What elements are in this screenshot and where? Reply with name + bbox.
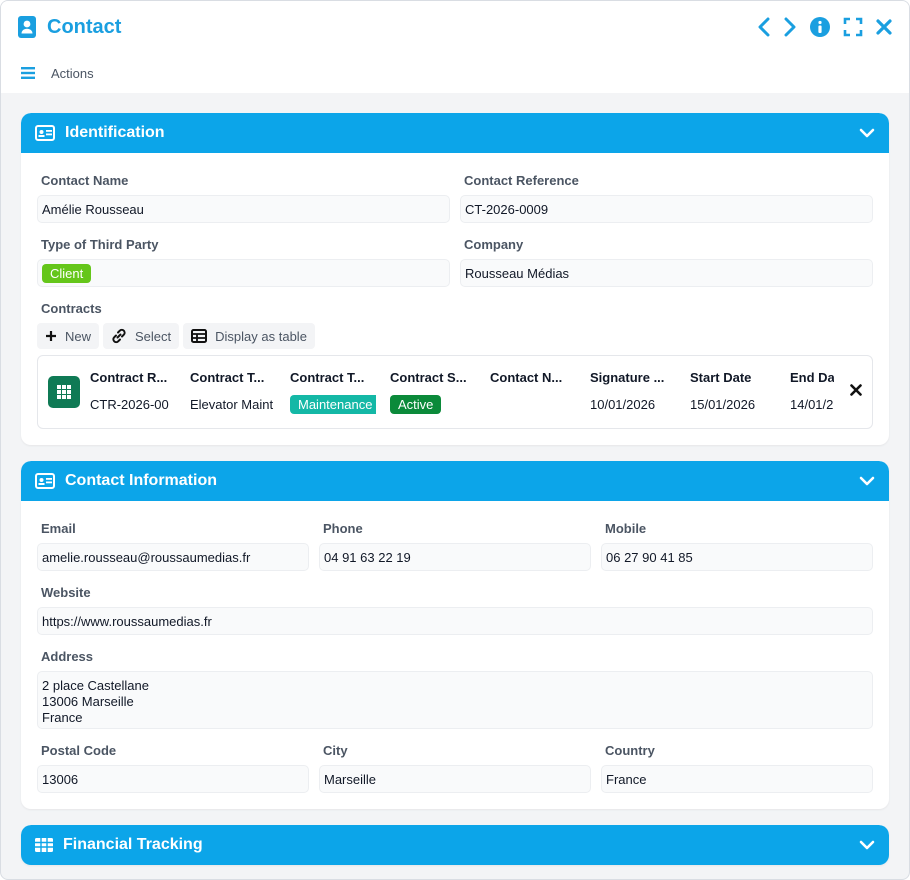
display-as-table-label: Display as table [215, 328, 307, 344]
email-label: Email [41, 521, 76, 536]
contact-information-title: Contact Information [65, 472, 217, 489]
table-row[interactable]: Contract R... CTR-2026-00 Contract T... … [90, 370, 834, 415]
contract-status-cell: Active [390, 395, 476, 415]
plus-icon [46, 331, 56, 341]
table-icon [191, 329, 208, 343]
actions-menu[interactable]: Actions [51, 66, 94, 81]
column-header[interactable]: Signature ... [590, 370, 676, 385]
phone-field[interactable]: 04 91 63 22 19 [319, 543, 591, 571]
column-header[interactable]: Start Date [690, 370, 776, 385]
postal-code-field[interactable]: 13006 [37, 765, 309, 793]
identification-panel: Identification Contact Name Amélie Rouss… [21, 113, 889, 445]
remove-contract-icon[interactable] [850, 384, 862, 396]
chevron-left-icon[interactable] [757, 17, 771, 37]
start-date-cell: 15/01/2026 [690, 397, 756, 412]
postal-code-label: Postal Code [41, 743, 117, 758]
hamburger-menu-icon[interactable] [21, 67, 35, 79]
financial-tracking-header[interactable]: Financial Tracking [21, 825, 889, 865]
column-header[interactable]: Contract S... [390, 370, 476, 385]
third-party-label: Type of Third Party [41, 237, 159, 252]
contact-information-header[interactable]: Contact Information [21, 461, 889, 501]
id-card-icon [35, 473, 55, 489]
contact-window: Contact Actions Identification Contact N… [0, 0, 910, 880]
column-header[interactable]: Contract R... [90, 370, 176, 385]
mobile-field[interactable]: 06 27 90 41 85 [601, 543, 873, 571]
info-icon[interactable] [809, 16, 831, 38]
email-field[interactable]: amelie.rousseau@roussaumedias.fr [37, 543, 309, 571]
active-badge: Active [390, 395, 442, 414]
country-field[interactable]: France [601, 765, 873, 793]
signature-date-cell: 10/01/2026 [590, 397, 656, 412]
city-label: City [323, 743, 348, 758]
contact-reference-field[interactable]: CT-2026-0009 [460, 195, 873, 223]
financial-tracking-title: Financial Tracking [63, 836, 203, 853]
chevron-right-icon[interactable] [783, 17, 797, 37]
address-line: 13006 Marseille [42, 694, 134, 709]
contract-grid-icon[interactable] [48, 376, 80, 408]
column-header[interactable]: End Da [790, 370, 834, 385]
client-badge: Client [42, 263, 92, 283]
mobile-label: Mobile [605, 521, 647, 536]
identification-header[interactable]: Identification [21, 113, 889, 153]
chevron-down-icon[interactable] [859, 840, 875, 850]
website-field[interactable]: https://www.roussaumedias.fr [37, 607, 873, 635]
website-label: Website [41, 585, 91, 600]
select-label: Select [135, 328, 172, 344]
contact-name-label: Contact Name [41, 173, 129, 188]
contracts-list: Contract R... CTR-2026-00 Contract T... … [37, 355, 873, 429]
display-as-table-button[interactable]: Display as table [183, 323, 315, 349]
contact-name-field[interactable]: Amélie Rousseau [37, 195, 450, 223]
end-date-cell: 14/01/2 [790, 397, 834, 412]
chevron-down-icon[interactable] [859, 476, 875, 486]
column-header[interactable]: Contract T... [290, 370, 376, 385]
actions-bar: Actions [1, 53, 909, 93]
id-card-icon [35, 125, 55, 141]
address-label: Address [41, 649, 94, 664]
company-field[interactable]: Rousseau Médias [460, 259, 873, 287]
fullscreen-icon[interactable] [843, 17, 863, 37]
country-label: Country [605, 743, 655, 758]
titlebar: Contact [1, 1, 909, 53]
phone-label: Phone [323, 521, 363, 536]
address-field[interactable]: 2 place Castellane 13006 Marseille Franc… [37, 671, 873, 729]
contract-type-cell: Maintenance [290, 395, 376, 415]
address-line: France [42, 710, 83, 725]
grid-icon [57, 385, 71, 399]
contact-name-cell [490, 395, 576, 415]
third-party-field[interactable]: Client [37, 259, 450, 287]
column-header[interactable]: Contact N... [490, 370, 576, 385]
contact-reference-label: Contact Reference [464, 173, 579, 188]
maintenance-badge: Maintenance [290, 395, 376, 414]
company-label: Company [464, 237, 524, 252]
window-title: Contact [47, 15, 122, 38]
table-icon [35, 838, 53, 852]
new-contract-button[interactable]: New [37, 323, 100, 349]
chevron-down-icon[interactable] [859, 128, 875, 138]
select-contract-button[interactable]: Select [103, 323, 180, 349]
column-header[interactable]: Contract T... [190, 370, 276, 385]
financial-tracking-panel: Financial Tracking [21, 825, 889, 865]
close-icon[interactable] [875, 18, 893, 36]
address-line: 2 place Castellane [42, 678, 149, 693]
contact-book-icon [18, 16, 36, 38]
new-label: New [65, 328, 92, 344]
contracts-label: Contracts [41, 301, 102, 316]
identification-title: Identification [65, 124, 165, 141]
contact-information-panel: Contact Information Email amelie.roussea… [21, 461, 889, 809]
contracts-toolbar: New Select Display as table [37, 323, 873, 349]
contract-title-cell: Elevator Maint [190, 397, 274, 412]
contract-reference-cell: CTR-2026-00 [90, 397, 169, 412]
city-field[interactable]: Marseille [319, 765, 591, 793]
link-icon [112, 328, 126, 344]
